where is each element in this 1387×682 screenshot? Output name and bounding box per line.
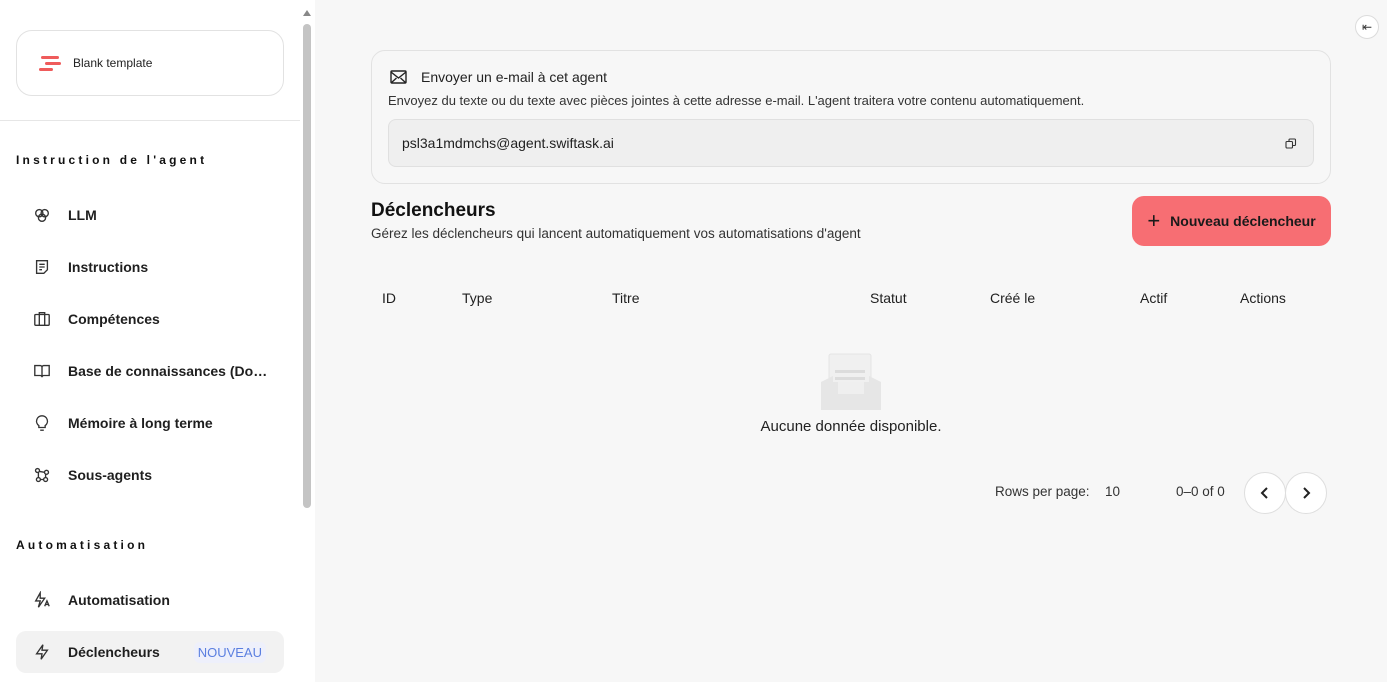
sidebar-item-label: Déclencheurs (68, 644, 160, 660)
sidebar-item-sub-agents[interactable]: Sous-agents (16, 454, 284, 496)
empty-state-text: Aucune donnée disponible. (760, 418, 942, 435)
lightbulb-icon (32, 413, 52, 433)
main-content: ⇤ Envoyer un e-mail à cet agent Envoyez … (315, 0, 1387, 682)
column-header-status[interactable]: Statut (870, 290, 907, 306)
copy-icon[interactable] (1285, 138, 1297, 150)
email-agent-card: Envoyer un e-mail à cet agent Envoyez du… (371, 50, 1331, 184)
template-label: Blank template (73, 56, 153, 70)
sidebar-item-llm[interactable]: LLM (16, 194, 284, 236)
sidebar-item-memory[interactable]: Mémoire à long terme (16, 402, 284, 444)
sidebar-item-automation[interactable]: Automatisation (16, 579, 284, 621)
email-card-description: Envoyez du texte ou du texte avec pièces… (388, 93, 1085, 108)
sidebar-scrollbar[interactable] (302, 10, 312, 510)
plus-icon: + (1147, 208, 1161, 233)
sidebar-item-competences[interactable]: Compétences (16, 298, 284, 340)
sidebar: Blank template Instruction de l'agent LL… (0, 0, 315, 682)
chevron-left-icon (1260, 487, 1268, 499)
email-card-title: Envoyer un e-mail à cet agent (421, 69, 607, 85)
triggers-subtitle: Gérez les déclencheurs qui lancent autom… (371, 226, 861, 241)
empty-inbox-icon (821, 353, 881, 410)
brain-icon (32, 205, 52, 225)
new-trigger-button[interactable]: + Nouveau déclencheur (1132, 196, 1331, 246)
sidebar-item-label: Compétences (68, 311, 160, 327)
sidebar-item-label: Mémoire à long terme (68, 415, 213, 431)
email-address-box[interactable]: psl3a1mdmchs@agent.swiftask.ai (388, 119, 1314, 167)
new-badge: NOUVEAU (193, 641, 266, 663)
sidebar-divider (0, 120, 300, 121)
envelope-icon (390, 70, 407, 84)
section-title-instruction: Instruction de l'agent (16, 153, 208, 167)
pagination-range: 0–0 of 0 (1176, 484, 1225, 499)
sidebar-item-instructions[interactable]: Instructions (16, 246, 284, 288)
chevron-right-icon (1303, 487, 1311, 499)
sidebar-item-label: Base de connaissances (Données) (68, 363, 268, 379)
triggers-title: Déclencheurs (371, 200, 496, 221)
section-title-automation: Automatisation (16, 538, 149, 552)
sidebar-item-triggers[interactable]: Déclencheurs NOUVEAU (16, 631, 284, 673)
scrollbar-thumb[interactable] (303, 24, 311, 508)
scroll-up-arrow-icon[interactable] (303, 10, 311, 16)
email-address[interactable]: psl3a1mdmchs@agent.swiftask.ai (402, 135, 614, 151)
sidebar-item-label: Automatisation (68, 592, 170, 608)
rows-per-page-select[interactable]: 10 (1105, 484, 1120, 499)
template-logo-icon (39, 53, 63, 73)
sidebar-item-knowledge-base[interactable]: Base de connaissances (Données) (16, 350, 284, 392)
sidebar-item-label: Instructions (68, 259, 149, 275)
sidebar-item-label: LLM (68, 207, 97, 223)
briefcase-icon (32, 309, 52, 329)
sidebar-item-label: Sous-agents (68, 467, 153, 483)
column-header-actions[interactable]: Actions (1240, 290, 1286, 306)
book-icon (32, 361, 52, 381)
document-icon (32, 257, 52, 277)
lightning-icon (32, 642, 52, 662)
new-trigger-label: Nouveau déclencheur (1170, 213, 1316, 229)
auto-lightning-icon (32, 590, 52, 610)
collapse-panel-button[interactable]: ⇤ (1355, 15, 1379, 39)
collapse-arrow-icon: ⇤ (1361, 20, 1373, 34)
template-selector[interactable]: Blank template (16, 30, 284, 96)
previous-page-button[interactable] (1244, 472, 1286, 514)
column-header-created[interactable]: Créé le (990, 290, 1035, 306)
rows-per-page-label: Rows per page: (995, 484, 1090, 499)
column-header-id[interactable]: ID (382, 290, 396, 306)
next-page-button[interactable] (1285, 472, 1327, 514)
network-icon (32, 465, 52, 485)
column-header-active[interactable]: Actif (1140, 290, 1167, 306)
column-header-title[interactable]: Titre (612, 290, 639, 306)
column-header-type[interactable]: Type (462, 290, 492, 306)
